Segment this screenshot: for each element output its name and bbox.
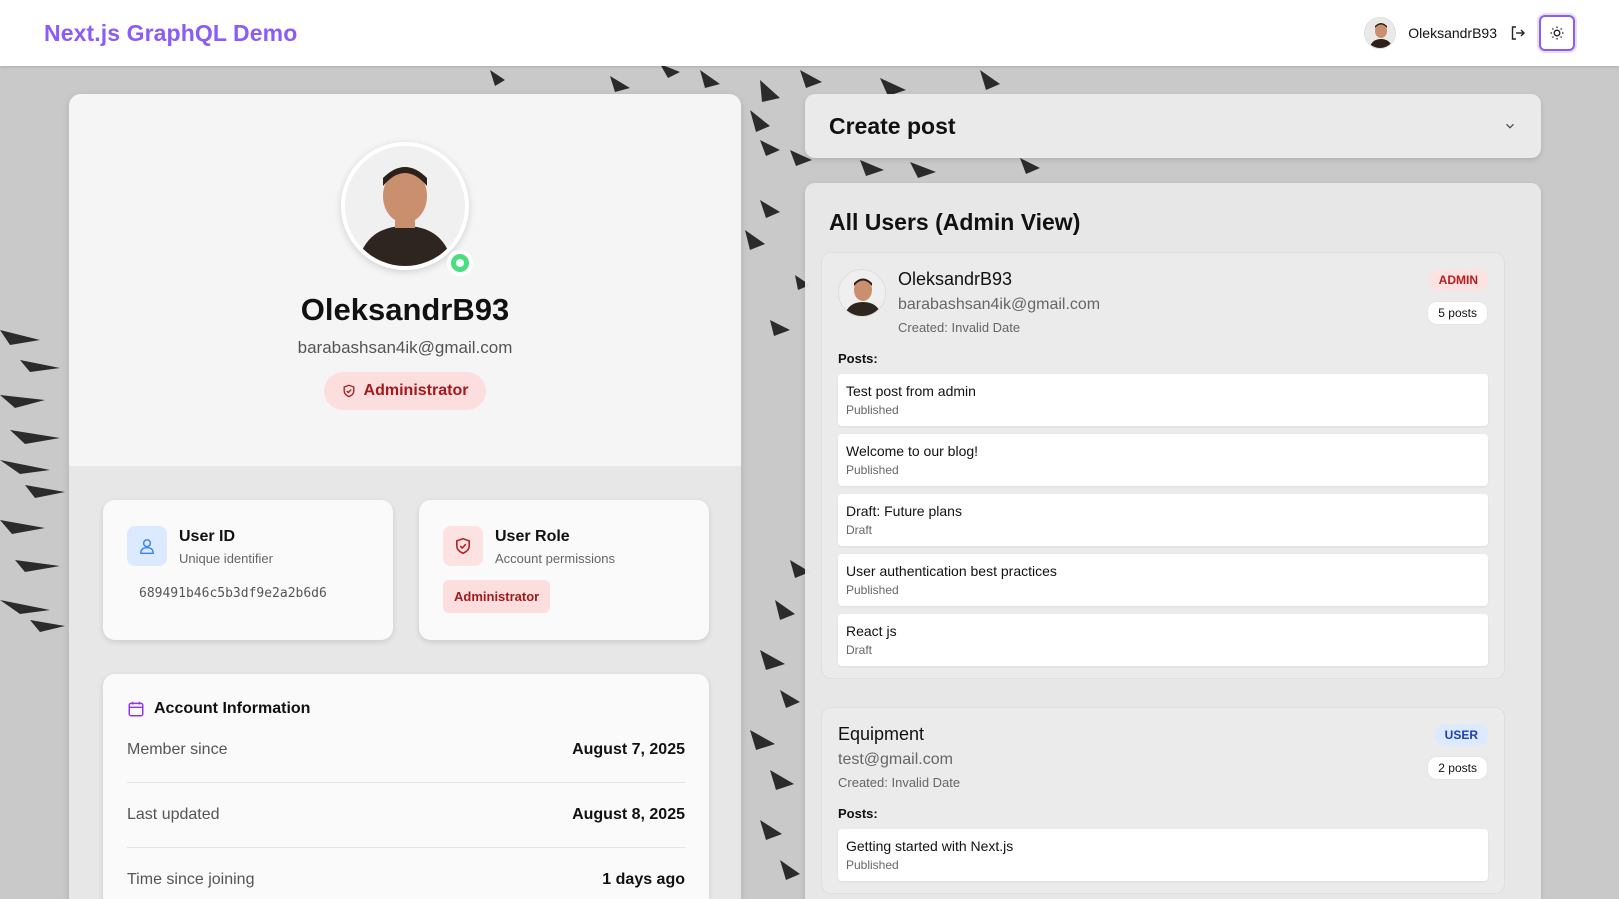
- post-item[interactable]: User authentication best practices Publi…: [838, 554, 1488, 606]
- user-id-subtitle: Unique identifier: [179, 551, 273, 566]
- user-icon: [127, 526, 167, 566]
- account-row-label: Time since joining: [127, 871, 255, 888]
- post-status: Published: [846, 403, 899, 417]
- profile-card: OleksandrB93 barabashsan4ik@gmail.com Ad…: [69, 94, 741, 899]
- theme-toggle-button[interactable]: [1539, 15, 1575, 51]
- user-id-value: 689491b46c5b3df9e2a2b6d6: [139, 586, 327, 601]
- user-role-card: User Role Account permissions Administra…: [419, 500, 709, 640]
- all-users-title: All Users (Admin View): [829, 209, 1081, 235]
- profile-avatar-wrapper: [341, 142, 473, 276]
- avatar: [838, 269, 886, 317]
- info-cards: User ID Unique identifier 689491b46c5b3d…: [103, 500, 709, 640]
- profile-avatar: [341, 142, 469, 270]
- posts-count-badge: 2 posts: [1427, 756, 1488, 780]
- post-title: Draft: Future plans: [846, 503, 962, 519]
- post-item[interactable]: React js Draft: [838, 614, 1488, 666]
- shield-icon: [443, 526, 483, 566]
- profile-name: OleksandrB93: [300, 292, 510, 327]
- post-title: Getting started with Next.js: [846, 838, 1014, 854]
- post-item[interactable]: Draft: Future plans Draft: [838, 494, 1488, 546]
- user-card: OleksandrB93 barabashsan4ik@gmail.com Cr…: [821, 252, 1505, 679]
- posts-label: Posts:: [838, 351, 878, 366]
- posts-count-badge: 5 posts: [1427, 301, 1488, 325]
- account-row-value: August 7, 2025: [572, 741, 685, 758]
- post-status: Published: [846, 583, 899, 597]
- post-status: Draft: [846, 643, 873, 657]
- account-information-card: Account Information Member since August …: [103, 674, 709, 899]
- user-created: Created: Invalid Date: [898, 320, 1021, 335]
- role-pill: Administrator: [323, 372, 487, 410]
- post-title: User authentication best practices: [846, 563, 1057, 579]
- post-status: Draft: [846, 523, 873, 537]
- create-post-toggle[interactable]: Create post: [805, 94, 1541, 158]
- account-information-title: Account Information: [154, 700, 311, 717]
- shield-icon: [343, 384, 355, 398]
- post-status: Published: [846, 858, 899, 872]
- header-user-area: OleksandrB93: [1364, 15, 1575, 51]
- account-row-label: Last updated: [127, 806, 220, 823]
- post-status: Published: [846, 463, 899, 477]
- post-item[interactable]: Getting started with Next.js Published: [838, 829, 1488, 881]
- user-created: Created: Invalid Date: [838, 775, 961, 790]
- all-users-panel: All Users (Admin View) OleksandrB93 bara…: [805, 183, 1541, 899]
- sun-icon: [1550, 26, 1564, 40]
- calendar-icon: [128, 701, 144, 717]
- profile-email: barabashsan4ik@gmail.com: [297, 338, 513, 357]
- role-pill-label: Administrator: [363, 382, 469, 399]
- header-username[interactable]: OleksandrB93: [1408, 25, 1497, 41]
- account-row-label: Member since: [127, 741, 228, 758]
- role-badge: USER: [1434, 724, 1488, 746]
- user-name: OleksandrB93: [898, 269, 1013, 289]
- logout-icon[interactable]: [1509, 24, 1527, 42]
- post-title: Test post from admin: [846, 383, 976, 399]
- create-post-title: Create post: [829, 112, 956, 139]
- user-role-value: Administrator: [443, 580, 551, 613]
- account-information-heading: Account Information: [127, 700, 685, 718]
- post-item[interactable]: Test post from admin Published: [838, 374, 1488, 426]
- user-role-title: User Role: [495, 528, 570, 545]
- account-row-time-since-joining: Time since joining 1 days ago: [127, 848, 685, 899]
- user-role-subtitle: Account permissions: [495, 551, 615, 566]
- posts-label: Posts:: [838, 806, 878, 821]
- online-status-indicator: [447, 250, 473, 276]
- user-name: Equipment: [838, 724, 925, 744]
- post-title: Welcome to our blog!: [846, 443, 979, 459]
- user-id-card: User ID Unique identifier 689491b46c5b3d…: [103, 500, 393, 640]
- top-header: Next.js GraphQL Demo OleksandrB93: [0, 0, 1619, 66]
- user-card: Equipment test@gmail.com Created: Invali…: [821, 707, 1505, 894]
- user-email: test@gmail.com: [838, 751, 953, 768]
- profile-header: OleksandrB93 barabashsan4ik@gmail.com Ad…: [69, 94, 741, 466]
- account-row-value: 1 days ago: [602, 871, 685, 888]
- user-email: barabashsan4ik@gmail.com: [898, 296, 1101, 313]
- brand-title[interactable]: Next.js GraphQL Demo: [44, 20, 297, 47]
- role-badge: ADMIN: [1428, 269, 1488, 291]
- account-row-last-updated: Last updated August 8, 2025: [127, 783, 685, 848]
- avatar[interactable]: [1364, 17, 1397, 49]
- account-row-value: August 8, 2025: [572, 806, 685, 823]
- chevron-down-icon[interactable]: [1503, 119, 1517, 133]
- post-item[interactable]: Welcome to our blog! Published: [838, 434, 1488, 486]
- post-title: React js: [846, 623, 897, 639]
- account-row-member-since: Member since August 7, 2025: [127, 718, 685, 783]
- user-id-title: User ID: [179, 528, 236, 545]
